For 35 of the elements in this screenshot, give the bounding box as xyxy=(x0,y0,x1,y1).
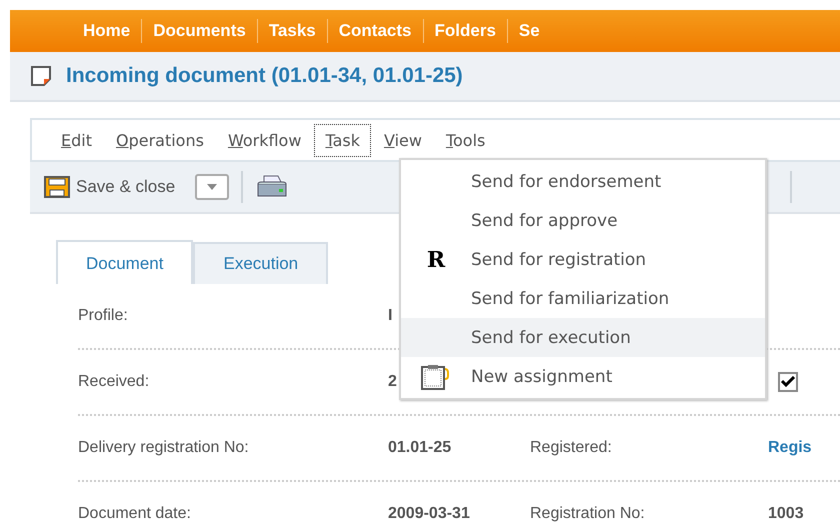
caret-icon xyxy=(207,184,218,190)
menu-item[interactable]: Tools xyxy=(434,124,496,156)
field-label: Delivery registration No: xyxy=(78,439,250,457)
menu-item[interactable]: Edit xyxy=(50,124,103,156)
menu-option[interactable]: Send for endorsement xyxy=(401,162,765,201)
menu-option[interactable]: New assignment xyxy=(401,357,765,396)
field-label: Document date: xyxy=(78,505,192,523)
field-label: Registration No: xyxy=(530,505,646,523)
menu-item[interactable]: Workflow xyxy=(216,124,312,156)
field-value: 2 xyxy=(388,373,397,390)
field-value: 2009-03-31 xyxy=(388,505,470,522)
field-link[interactable]: Regis xyxy=(768,439,812,457)
clipboard-icon xyxy=(421,364,451,390)
menu-option[interactable]: Send for execution xyxy=(401,318,765,357)
dropdown-button[interactable] xyxy=(195,174,230,200)
document-icon xyxy=(30,65,52,87)
menu-item[interactable]: View xyxy=(372,124,433,156)
field-value: 01.01-25 xyxy=(388,439,452,456)
tab[interactable]: Execution xyxy=(193,242,328,284)
checkbox[interactable] xyxy=(778,372,798,392)
menu-option[interactable]: Send for familiarization xyxy=(401,279,765,318)
letter-icon: R xyxy=(426,246,446,272)
save-close-button[interactable]: Save & close xyxy=(44,176,176,198)
field-label: Registered: xyxy=(530,439,613,457)
tab[interactable]: Document xyxy=(56,240,194,284)
menu-item[interactable]: Task xyxy=(314,124,371,156)
menu-option[interactable]: R Send for registration xyxy=(401,240,765,279)
field-value: 1003 xyxy=(768,505,804,523)
menu-option[interactable]: Send for approve xyxy=(401,201,765,240)
field-label: Received: xyxy=(78,373,150,391)
menu-item[interactable]: Operations xyxy=(104,124,215,156)
field-value: I xyxy=(388,307,392,324)
save-icon xyxy=(44,176,70,198)
window-title: Incoming document (01.01-34, 01.01-25) xyxy=(66,64,463,88)
field-label: Profile: xyxy=(78,307,129,325)
